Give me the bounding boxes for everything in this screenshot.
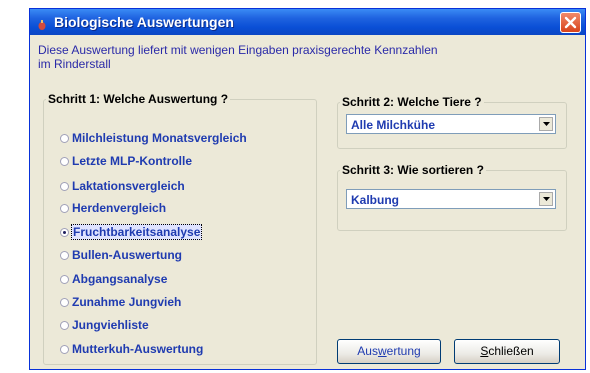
radio-label: Mutterkuh-Auswertung [72, 342, 204, 356]
radio-circle-checked[interactable] [60, 228, 69, 237]
radio-label: Laktationsvergleich [72, 179, 185, 193]
step2-group: Schritt 2: Welche Tiere ? Alle Milchkühe [337, 95, 567, 149]
step1-legend: Schritt 1: Welche Auswertung ? [48, 92, 229, 106]
radio-circle[interactable] [60, 157, 69, 166]
radio-circle[interactable] [60, 321, 69, 330]
radio-label: Bullen-Auswertung [72, 248, 182, 262]
radio-label: Zunahme Jungvieh [72, 295, 182, 309]
auswertung-mnemonic: w [377, 344, 387, 358]
radio-label: Milchleistung Monatsvergleich [72, 131, 247, 145]
radio-circle[interactable] [60, 134, 69, 143]
title-bar[interactable]: Biologische Auswertungen [30, 9, 585, 35]
step2-legend: Schritt 2: Welche Tiere ? [342, 95, 482, 109]
dropdown-button[interactable] [539, 192, 553, 206]
radio-circle[interactable] [60, 298, 69, 307]
chevron-down-icon [543, 197, 550, 201]
radio-circle[interactable] [60, 275, 69, 284]
close-icon [564, 16, 577, 29]
radio-label: Letzte MLP-Kontrolle [72, 154, 192, 168]
radio-circle[interactable] [60, 204, 69, 213]
chevron-down-icon [543, 122, 550, 126]
radio-label: Abgangsanalyse [72, 272, 168, 286]
radio-circle[interactable] [60, 345, 69, 354]
radio-label: Fruchtbarkeitsanalyse [71, 224, 203, 240]
sort-select[interactable]: Kalbung [346, 189, 556, 209]
intro-line-1: Diese Auswertung liefert mit wenigen Ein… [38, 43, 438, 57]
animals-select[interactable]: Alle Milchkühe [346, 114, 556, 134]
window-title: Biologische Auswertungen [54, 14, 234, 30]
sort-select-value: Kalbung [351, 193, 399, 207]
radio-circle[interactable] [60, 182, 69, 191]
app-icon [38, 17, 46, 30]
step3-group: Schritt 3: Wie sortieren ? Kalbung [337, 163, 567, 231]
radio-label: Jungviehliste [72, 318, 149, 332]
close-button[interactable] [560, 12, 581, 33]
schliessen-button[interactable]: Schließen [454, 339, 560, 364]
step3-legend: Schritt 3: Wie sortieren ? [342, 163, 484, 177]
dialog-window: Biologische Auswertungen Diese Auswertun… [29, 8, 586, 370]
animals-select-value: Alle Milchkühe [351, 118, 436, 132]
intro-text: Diese Auswertung liefert mit wenigen Ein… [38, 43, 558, 71]
step1-group: Schritt 1: Welche Auswertung ? Milchleis… [43, 92, 317, 365]
radio-label: Herdenvergleich [72, 201, 167, 215]
auswertung-label-pre: Aus [357, 344, 378, 358]
schliessen-label-post: chließen [488, 344, 534, 358]
auswertung-label-post: ertung [386, 344, 421, 358]
auswertung-button[interactable]: Auswertung [337, 339, 441, 364]
intro-line-2: im Rinderstall [38, 57, 111, 71]
dropdown-button[interactable] [539, 117, 553, 131]
radio-circle[interactable] [60, 251, 69, 260]
